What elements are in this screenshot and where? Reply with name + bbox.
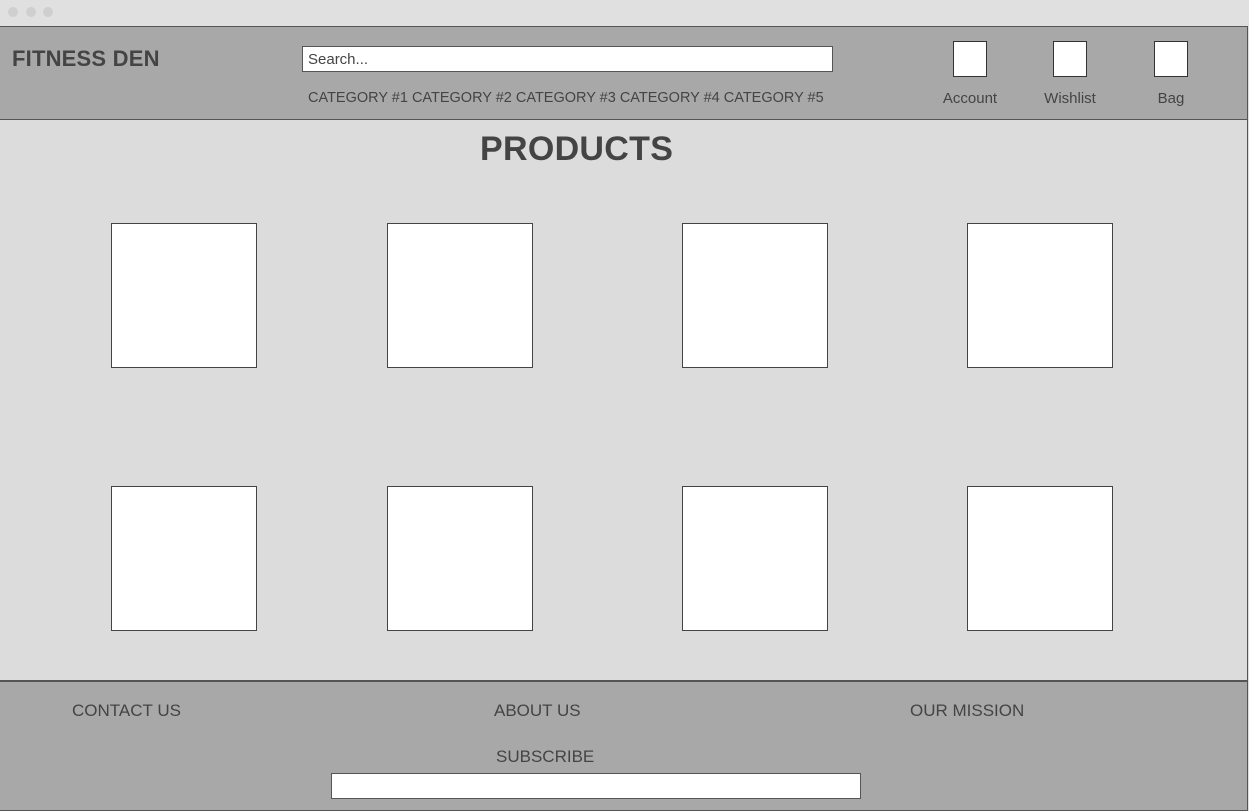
products-section: PRODUCTS bbox=[0, 120, 1248, 680]
wishlist-icon[interactable] bbox=[1053, 41, 1087, 77]
product-tile[interactable] bbox=[111, 223, 257, 368]
account-button[interactable]: Account bbox=[930, 41, 1010, 107]
site-footer: CONTACT US ABOUT US OUR MISSION SUBSCRIB… bbox=[0, 680, 1248, 811]
page-title: PRODUCTS bbox=[480, 130, 674, 168]
about-us-link[interactable]: ABOUT US bbox=[494, 701, 581, 721]
subscribe-email-input[interactable] bbox=[331, 773, 861, 799]
bag-icon[interactable] bbox=[1154, 41, 1188, 77]
product-tile[interactable] bbox=[682, 223, 828, 368]
category-nav: CATEGORY #1 CATEGORY #2 CATEGORY #3 CATEGOR… bbox=[308, 90, 828, 106]
bag-label: Bag bbox=[1157, 90, 1185, 107]
site-header: FITNESS DEN CATEGORY #1CATEGORY #2CATEGO… bbox=[0, 26, 1248, 120]
window-minimize-dot[interactable] bbox=[26, 7, 36, 17]
product-tile[interactable] bbox=[111, 486, 257, 631]
search-input[interactable] bbox=[302, 46, 833, 72]
our-mission-link[interactable]: OUR MISSION bbox=[910, 701, 1024, 721]
category-link-4[interactable]: CATEGORY #4 bbox=[620, 90, 720, 106]
category-link-5[interactable]: CATEGORY #5 bbox=[724, 90, 824, 106]
bag-button[interactable]: Bag bbox=[1131, 41, 1211, 107]
wishlist-label: Wishlist bbox=[1044, 90, 1096, 107]
product-tile[interactable] bbox=[967, 486, 1113, 631]
window-close-dot[interactable] bbox=[8, 7, 18, 17]
product-tile[interactable] bbox=[387, 223, 533, 368]
category-link-1[interactable]: CATEGORY #1 bbox=[308, 90, 408, 106]
product-tile[interactable] bbox=[387, 486, 533, 631]
contact-us-link[interactable]: CONTACT US bbox=[72, 701, 181, 721]
product-tile[interactable] bbox=[682, 486, 828, 631]
subscribe-label: SUBSCRIBE bbox=[496, 747, 595, 766]
window-maximize-dot[interactable] bbox=[43, 7, 53, 17]
product-tile[interactable] bbox=[967, 223, 1113, 368]
category-link-3[interactable]: CATEGORY #3 bbox=[516, 90, 616, 106]
account-label: Account bbox=[942, 90, 998, 107]
category-link-2[interactable]: CATEGORY #2 bbox=[412, 90, 512, 106]
wishlist-button[interactable]: Wishlist bbox=[1030, 41, 1110, 107]
brand-logo[interactable]: FITNESS DEN bbox=[12, 46, 160, 72]
account-icon[interactable] bbox=[953, 41, 987, 77]
window-title-bar bbox=[0, 0, 1249, 26]
